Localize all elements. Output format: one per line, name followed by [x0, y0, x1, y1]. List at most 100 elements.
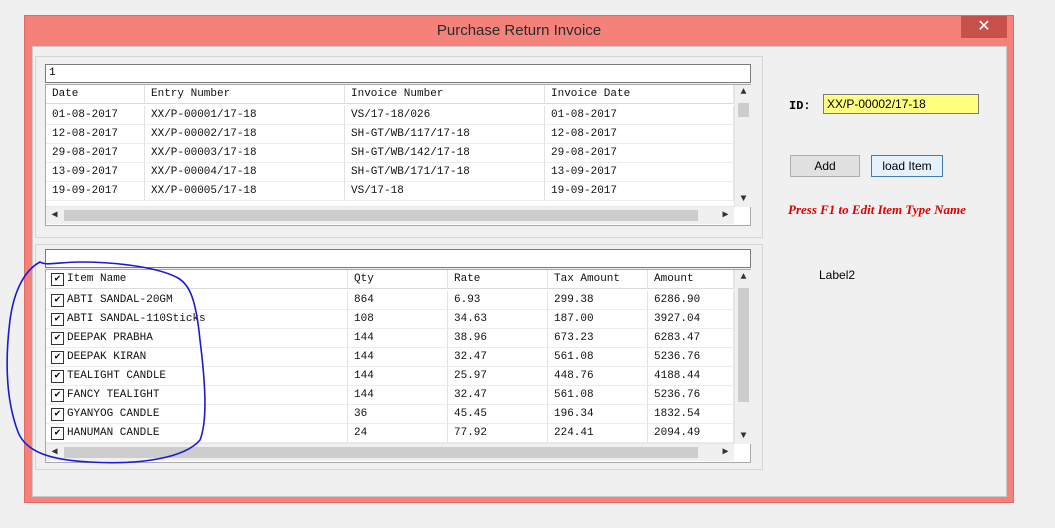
column-header[interactable]: Amount	[648, 270, 734, 289]
cell-text: 3927.04	[654, 313, 701, 325]
table-cell: XX/P-00003/17-18	[145, 144, 345, 163]
table-row[interactable]: ✔ ABTI SANDAL-110Sticks 108 34.63 187.00 3927…	[46, 310, 734, 329]
column-header[interactable]: Qty	[348, 270, 448, 289]
table-cell: ✔ FANCY TEALIGHT	[46, 386, 348, 405]
cell-text: DEEPAK PRABHA	[67, 332, 153, 344]
table-cell: 6283.47	[648, 329, 734, 348]
add-button[interactable]: Add	[790, 155, 860, 177]
row-checkbox[interactable]: ✔	[51, 427, 64, 440]
table-row[interactable]: ✔ GYANYOG CANDLE 36 45.45 196.34 1832.54	[46, 405, 734, 424]
horizontal-scrollbar[interactable]: ◀ ▶	[46, 206, 734, 224]
table-row[interactable]: ✔ FANCY TEALIGHT 144 32.47 561.08 5236.76	[46, 386, 734, 405]
table-cell: 29-08-2017	[545, 144, 734, 163]
title-bar[interactable]: Purchase Return Invoice ✕	[25, 16, 1013, 46]
items-filter-input[interactable]	[45, 249, 751, 268]
select-all-checkbox[interactable]: ✔	[51, 273, 64, 286]
table-cell: 299.38	[548, 291, 648, 310]
column-header-label: Entry Number	[151, 88, 231, 100]
table-row[interactable]: 12-08-2017 XX/P-00002/17-18 SH-GT/WB/117/1…	[46, 125, 734, 144]
table-cell: 448.76	[548, 367, 648, 386]
cell-text: XX/P-00002/17-18	[151, 128, 257, 140]
invoice-grid[interactable]: Date Entry Number Invoice Number Invoice Da…	[45, 84, 752, 226]
cell-text: 6286.90	[654, 294, 701, 306]
column-header[interactable]: ✔ Item Name	[46, 270, 348, 289]
scroll-right-icon[interactable]: ▶	[717, 209, 734, 221]
scroll-left-icon[interactable]: ◀	[46, 209, 63, 221]
scroll-up-icon[interactable]: ▲	[735, 272, 752, 283]
table-row[interactable]: ✔ TEALIGHT CANDLE 144 25.97 448.76 4188.44	[46, 367, 734, 386]
items-grid[interactable]: ✔ Item Name Qty Rate Tax Amount Amount ✔ ABTI S…	[45, 269, 752, 463]
cell-text: 19-09-2017	[551, 185, 618, 197]
column-header[interactable]: Entry Number	[145, 85, 345, 104]
column-header[interactable]: Tax Amount	[548, 270, 648, 289]
invoice-filter-input[interactable]: 1	[45, 64, 751, 83]
vertical-scroll-thumb[interactable]	[738, 103, 749, 117]
table-row[interactable]: 13-09-2017 XX/P-00004/17-18 SH-GT/WB/171/1…	[46, 163, 734, 182]
column-header[interactable]: Date	[46, 85, 145, 104]
table-cell: 32.47	[448, 348, 548, 367]
table-cell: 561.08	[548, 386, 648, 405]
table-row[interactable]: 01-08-2017 XX/P-00001/17-18 VS/17-18/026 01…	[46, 106, 734, 125]
table-row[interactable]: 29-08-2017 XX/P-00003/17-18 SH-GT/WB/142/1…	[46, 144, 734, 163]
column-header[interactable]: Invoice Date	[545, 85, 734, 104]
cell-text: TEALIGHT CANDLE	[67, 370, 167, 382]
column-header-label: Date	[52, 88, 79, 100]
vertical-scrollbar[interactable]: ▲ ▼	[734, 85, 752, 207]
horizontal-scroll-thumb[interactable]	[64, 447, 698, 458]
horizontal-scrollbar[interactable]: ◀ ▶	[46, 443, 734, 461]
cell-text: 24	[354, 427, 368, 439]
table-cell: 25.97	[448, 367, 548, 386]
table-row[interactable]: ✔ DEEPAK KIRAN 144 32.47 561.08 5236.76	[46, 348, 734, 367]
cell-text: VS/17-18/026	[351, 109, 431, 121]
table-cell: 864	[348, 291, 448, 310]
table-cell: 36	[348, 405, 448, 424]
table-cell: 12-08-2017	[46, 125, 145, 144]
cell-text: 25.97	[454, 370, 488, 382]
table-cell: 187.00	[548, 310, 648, 329]
row-checkbox[interactable]: ✔	[51, 370, 64, 383]
scroll-up-icon[interactable]: ▲	[735, 87, 752, 98]
table-cell: 29-08-2017	[46, 144, 145, 163]
table-cell: 196.34	[548, 405, 648, 424]
cell-text: 144	[354, 351, 374, 363]
table-row[interactable]: 19-09-2017 XX/P-00005/17-18 VS/17-18 19-09-…	[46, 182, 734, 201]
column-header-label: Invoice Number	[351, 88, 444, 100]
table-cell: 144	[348, 367, 448, 386]
row-checkbox[interactable]: ✔	[51, 408, 64, 421]
scroll-down-icon[interactable]: ▼	[735, 194, 752, 205]
table-cell: 45.45	[448, 405, 548, 424]
table-cell: 3927.04	[648, 310, 734, 329]
vertical-scroll-thumb[interactable]	[738, 288, 749, 402]
cell-text: 2094.49	[654, 427, 701, 439]
row-checkbox[interactable]: ✔	[51, 332, 64, 345]
client-area: 1 Date Entry Number Invoice Number Invoice …	[32, 46, 1007, 497]
row-checkbox[interactable]: ✔	[51, 351, 64, 364]
column-header[interactable]: Rate	[448, 270, 548, 289]
vertical-scrollbar[interactable]: ▲ ▼	[734, 270, 752, 444]
load-item-button[interactable]: load Item	[871, 155, 943, 177]
scroll-down-icon[interactable]: ▼	[735, 431, 752, 442]
column-header[interactable]: Invoice Number	[345, 85, 545, 104]
row-checkbox[interactable]: ✔	[51, 389, 64, 402]
row-checkbox[interactable]: ✔	[51, 294, 64, 307]
grid-header: Date Entry Number Invoice Number Invoice Da…	[46, 85, 734, 104]
close-icon: ✕	[977, 18, 991, 35]
table-cell: 1832.54	[648, 405, 734, 424]
table-cell: ✔ GYANYOG CANDLE	[46, 405, 348, 424]
table-row[interactable]: ✔ HANUMAN CANDLE 24 77.92 224.41 2094.49	[46, 424, 734, 443]
scroll-right-icon[interactable]: ▶	[717, 446, 734, 458]
cell-text: 144	[354, 389, 374, 401]
cell-text: 187.00	[554, 313, 594, 325]
table-cell: 5236.76	[648, 386, 734, 405]
row-checkbox[interactable]: ✔	[51, 313, 64, 326]
close-button[interactable]: ✕	[961, 16, 1007, 38]
cell-text: SH-GT/WB/171/17-18	[351, 166, 470, 178]
edit-hint-text: Press F1 to Edit Item Type Name	[788, 202, 966, 217]
cell-text: 45.45	[454, 408, 488, 420]
table-row[interactable]: ✔ ABTI SANDAL-20GM 864 6.93 299.38 6286.90	[46, 291, 734, 310]
table-row[interactable]: ✔ DEEPAK PRABHA 144 38.96 673.23 6283.47	[46, 329, 734, 348]
cell-text: XX/P-00003/17-18	[151, 147, 257, 159]
horizontal-scroll-thumb[interactable]	[64, 210, 698, 221]
id-field[interactable]: XX/P-00002/17-18	[823, 94, 979, 114]
scroll-left-icon[interactable]: ◀	[46, 446, 63, 458]
